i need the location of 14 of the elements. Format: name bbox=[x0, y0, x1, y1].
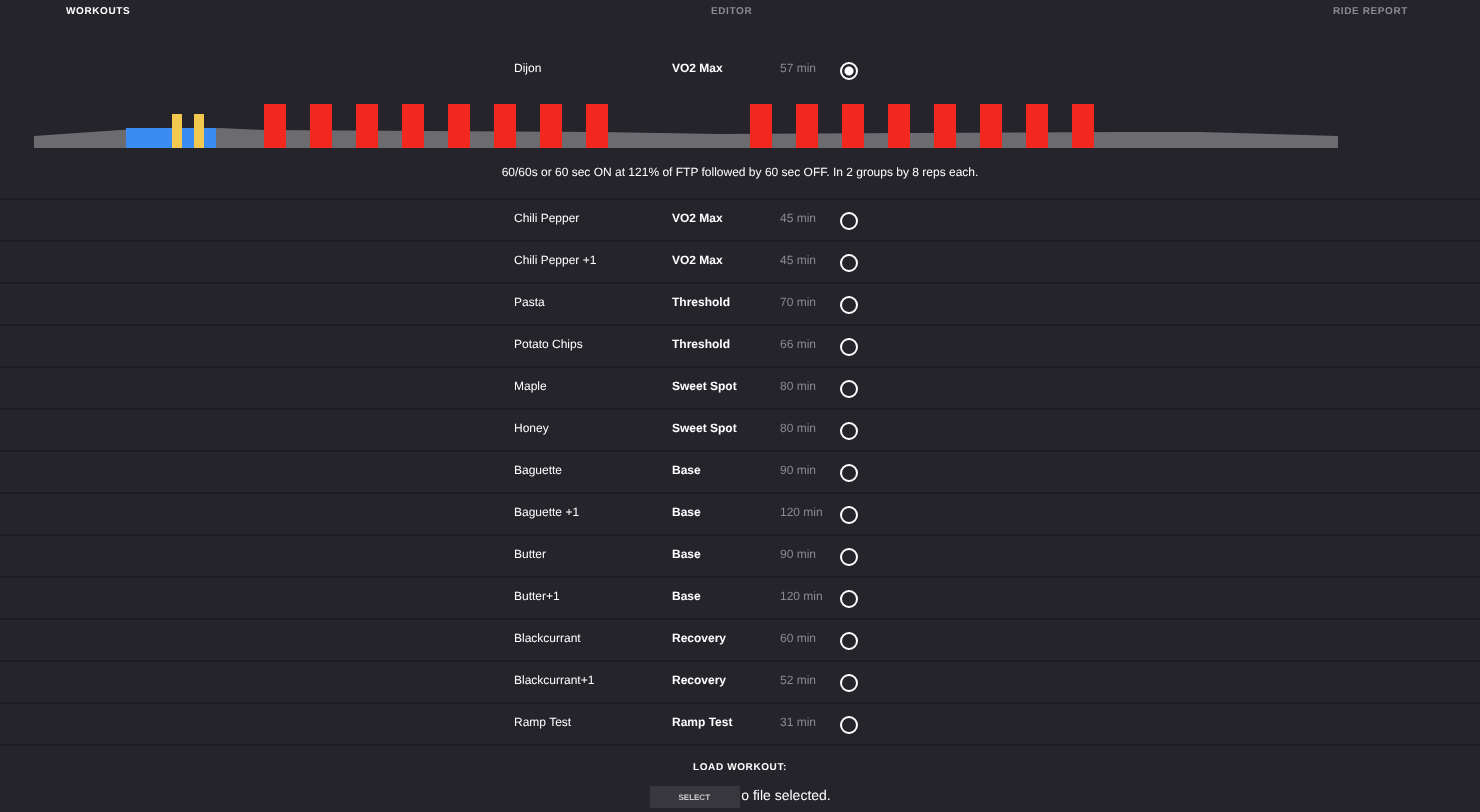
radio-button[interactable] bbox=[840, 421, 858, 439]
radio-button[interactable] bbox=[840, 505, 858, 523]
radio-button[interactable] bbox=[840, 337, 858, 355]
radio-button[interactable] bbox=[840, 589, 858, 607]
radio-button[interactable] bbox=[840, 61, 858, 79]
radio-button[interactable] bbox=[840, 547, 858, 565]
radio-button[interactable] bbox=[840, 295, 858, 313]
radio-button[interactable] bbox=[840, 631, 858, 649]
radio-button[interactable] bbox=[840, 253, 858, 271]
radio-button[interactable] bbox=[840, 673, 858, 691]
radio-button[interactable] bbox=[840, 715, 858, 733]
radio-button[interactable] bbox=[840, 211, 858, 229]
radio-button[interactable] bbox=[840, 463, 858, 481]
radio-button[interactable] bbox=[840, 379, 858, 397]
